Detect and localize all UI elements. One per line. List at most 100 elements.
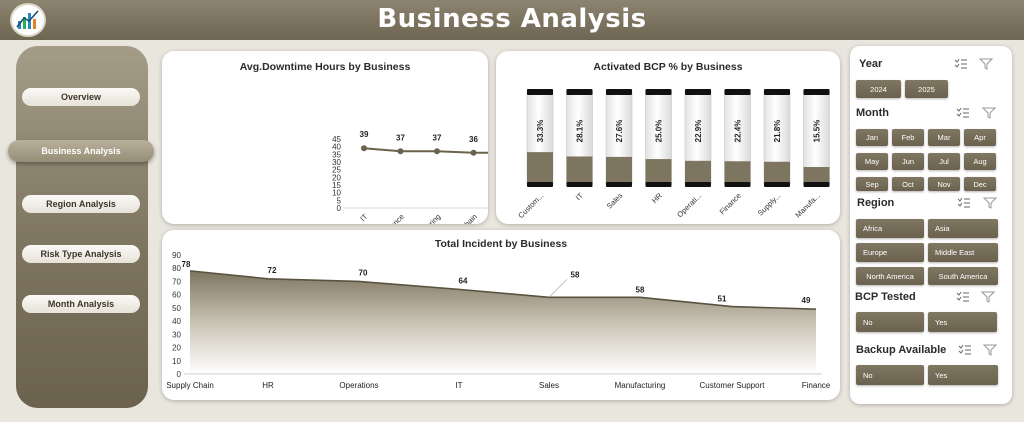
data-label: 72 xyxy=(268,266,277,275)
data-point xyxy=(397,148,404,155)
bar-cap-bottom xyxy=(645,182,672,187)
clear-filter-icon[interactable] xyxy=(979,58,993,70)
bcp-tested-option-yes[interactable]: Yes xyxy=(928,312,997,332)
data-label: 22.4% xyxy=(734,120,743,143)
bar-cap-bottom xyxy=(764,182,790,187)
x-tick-label: Operati... xyxy=(675,191,703,219)
bar-cap-bottom xyxy=(724,182,751,187)
clear-filter-icon[interactable] xyxy=(983,197,997,209)
y-tick-label: 40 xyxy=(172,317,181,326)
bar-cap-bottom xyxy=(606,182,632,187)
data-label: 70 xyxy=(359,268,368,277)
x-tick-label: Customer Support xyxy=(700,381,766,390)
month-option-jun[interactable]: Jun xyxy=(892,153,924,170)
month-option-oct[interactable]: Oct xyxy=(892,177,924,191)
month-option-may[interactable]: May xyxy=(856,153,888,170)
bar-cap-bottom xyxy=(685,182,711,187)
x-tick-label: Operations xyxy=(339,381,378,390)
bar-cap-top xyxy=(724,89,751,95)
total-incident-chart: 90 80 70 60 50 40 30 20 10 0 78 Supply Chain 72 HR 70 O… xyxy=(166,251,831,390)
bar-cap-top xyxy=(803,89,830,95)
avg-downtime-card: Avg.Downtime Hours by Business 45 40 35 30 2… xyxy=(162,51,488,224)
month-option-dec[interactable]: Dec xyxy=(964,177,996,191)
incident-area xyxy=(190,270,816,374)
multi-select-icon[interactable] xyxy=(956,291,970,303)
x-tick-label: IT xyxy=(574,191,585,202)
region-option-europe[interactable]: Europe xyxy=(856,243,924,262)
month-option-mar[interactable]: Mar xyxy=(928,129,960,146)
data-point xyxy=(470,149,477,156)
bar-cap-top xyxy=(685,89,711,95)
downtime-line xyxy=(363,147,488,154)
data-label: 78 xyxy=(182,260,191,269)
y-tick-label: 0 xyxy=(337,204,342,213)
data-label: 58 xyxy=(571,270,580,279)
bar-cap-top xyxy=(606,89,632,95)
data-label: 15.5% xyxy=(813,120,822,143)
region-option-middle-east[interactable]: Middle East xyxy=(928,243,998,262)
x-tick-label: Sales xyxy=(605,191,625,211)
year-slicer-title: Year xyxy=(859,58,883,70)
month-option-jul[interactable]: Jul xyxy=(928,153,960,170)
data-label: 21.8% xyxy=(773,120,782,143)
bar-fill xyxy=(606,156,632,184)
activated-bcp-chart: 33.3% Custom... 28.1% IT 27.6% Sales 25.0% HR 22… xyxy=(516,89,830,220)
y-tick-label: 80 xyxy=(172,264,181,273)
bar-cap-top xyxy=(764,89,790,95)
year-option-2024[interactable]: 2024 xyxy=(856,80,901,98)
nav-region-analysis-button[interactable]: Region Analysis xyxy=(22,195,140,213)
month-slicer-title: Month xyxy=(856,107,889,119)
data-label: 64 xyxy=(459,276,468,285)
activated-bcp-card: Activated BCP % by Business 33.3% Custom.… xyxy=(496,51,840,224)
x-tick-label: Supply... xyxy=(756,191,783,218)
clear-filter-icon[interactable] xyxy=(982,107,996,119)
clear-filter-icon[interactable] xyxy=(981,291,995,303)
data-label: 58 xyxy=(636,285,645,294)
multi-select-icon[interactable] xyxy=(954,58,968,70)
month-option-apr[interactable]: Apr xyxy=(964,129,996,146)
multi-select-icon[interactable] xyxy=(956,107,970,119)
nav-overview-button[interactable]: Overview xyxy=(22,88,140,106)
region-slicer-title: Region xyxy=(857,197,895,209)
y-tick-label: 70 xyxy=(172,277,181,286)
multi-select-icon[interactable] xyxy=(958,344,972,356)
month-option-aug[interactable]: Aug xyxy=(964,153,996,170)
month-option-nov[interactable]: Nov xyxy=(928,177,960,191)
x-tick-label: Supply Chain xyxy=(166,381,214,390)
x-tick-label: Finance xyxy=(718,191,743,216)
data-label: 28.1% xyxy=(576,120,585,143)
bar-fill xyxy=(645,159,672,184)
region-option-asia[interactable]: Asia xyxy=(928,219,998,238)
y-tick-label: 30 xyxy=(172,330,181,339)
clear-filter-icon[interactable] xyxy=(983,344,997,356)
backup-available-option-no[interactable]: No xyxy=(856,365,924,385)
data-label: 37 xyxy=(396,133,405,142)
data-label: 39 xyxy=(360,130,369,139)
bar-fill xyxy=(724,161,751,184)
backup-available-slicer-title: Backup Available xyxy=(856,344,947,356)
x-tick-label: IT xyxy=(455,381,462,390)
avg-downtime-chart: 45403530252015105039IT37Finance37Manufac… xyxy=(332,130,488,224)
nav-month-analysis-button[interactable]: Month Analysis xyxy=(22,295,140,313)
y-tick-label: 60 xyxy=(172,291,181,300)
month-option-sep[interactable]: Sep xyxy=(856,177,888,191)
bcp-tested-slicer-title: BCP Tested xyxy=(855,291,916,303)
region-option-africa[interactable]: Africa xyxy=(856,219,924,238)
bcp-tested-option-no[interactable]: No xyxy=(856,312,924,332)
month-option-feb[interactable]: Feb xyxy=(892,129,924,146)
x-tick-label: Sales xyxy=(539,381,559,390)
nav-business-analysis-button[interactable]: Business Analysis xyxy=(8,140,154,162)
region-option-south-america[interactable]: South America xyxy=(928,267,998,285)
region-option-north-america[interactable]: North America xyxy=(856,267,924,285)
x-tick-label: Custom... xyxy=(516,191,545,220)
y-tick-label: 90 xyxy=(172,251,181,260)
year-option-2025[interactable]: 2025 xyxy=(905,80,948,98)
y-tick-label: 20 xyxy=(172,344,181,353)
multi-select-icon[interactable] xyxy=(957,197,971,209)
y-tick-label: 0 xyxy=(177,370,182,379)
backup-available-option-yes[interactable]: Yes xyxy=(928,365,998,385)
nav-risk-type-analysis-button[interactable]: Risk Type Analysis xyxy=(22,245,140,263)
sidebar-nav: Overview Business Analysis Region Analys… xyxy=(8,46,154,408)
x-tick-label: HR xyxy=(262,381,274,390)
month-option-jan[interactable]: Jan xyxy=(856,129,888,146)
